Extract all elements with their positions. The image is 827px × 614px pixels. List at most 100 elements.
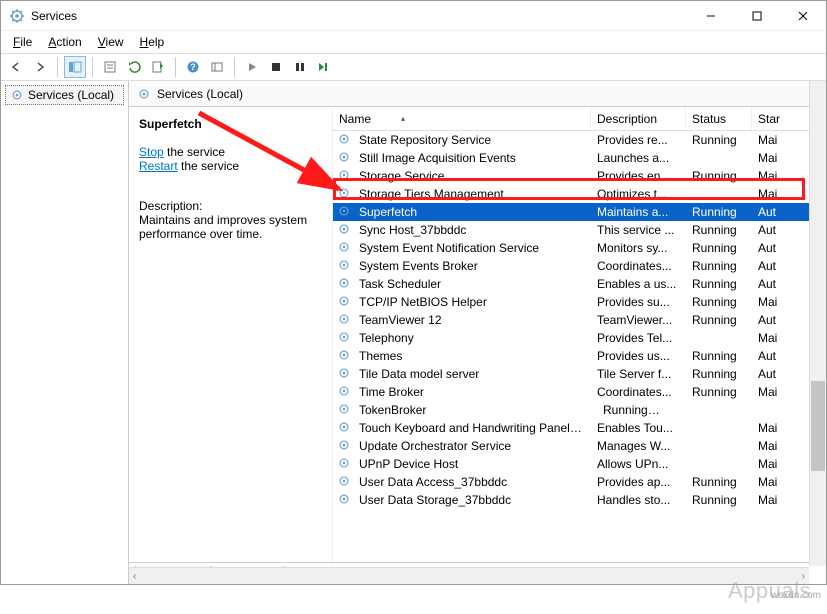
properties-button[interactable] bbox=[99, 56, 121, 78]
service-icon bbox=[337, 420, 353, 436]
service-startup: Mai bbox=[752, 475, 792, 489]
service-status: Running bbox=[686, 277, 752, 291]
service-status: Running bbox=[686, 169, 752, 183]
source-attribution: wsxdn.com bbox=[771, 590, 821, 601]
export-list-button[interactable] bbox=[147, 56, 169, 78]
service-description: Enables Tou... bbox=[591, 421, 686, 435]
col-startup[interactable]: Star bbox=[752, 107, 792, 130]
service-row[interactable]: TCP/IP NetBIOS HelperProvides su...Runni… bbox=[333, 293, 826, 311]
tree-services-local[interactable]: Services (Local) bbox=[5, 85, 124, 105]
menubar: File Action View Help bbox=[1, 31, 826, 53]
service-icon bbox=[337, 186, 353, 202]
service-icon bbox=[337, 222, 353, 238]
service-status: Running bbox=[686, 313, 752, 327]
service-row[interactable]: TeamViewer 12TeamViewer...RunningAut bbox=[333, 311, 826, 329]
service-description: Launches a... bbox=[591, 151, 686, 165]
list-header-title: Services (Local) bbox=[129, 81, 826, 107]
service-name: Storage Service bbox=[353, 169, 591, 183]
service-description: Manages W... bbox=[591, 439, 686, 453]
col-name[interactable]: Name▴ bbox=[333, 107, 591, 130]
service-description: Provides en... bbox=[591, 169, 686, 183]
service-startup: Mai bbox=[752, 151, 792, 165]
menu-file[interactable]: File bbox=[5, 33, 40, 51]
restart-service-button[interactable] bbox=[313, 56, 335, 78]
service-startup: Mai bbox=[752, 133, 792, 147]
service-name: Update Orchestrator Service bbox=[353, 439, 591, 453]
col-status[interactable]: Status bbox=[686, 107, 752, 130]
service-startup: Aut bbox=[752, 241, 792, 255]
service-name: Sync Host_37bbddc bbox=[353, 223, 591, 237]
service-row[interactable]: User Data Storage_37bbddcHandles sto...R… bbox=[333, 491, 826, 509]
col-description[interactable]: Description bbox=[591, 107, 686, 130]
services-list: Name▴ Description Status Star State Repo… bbox=[333, 107, 826, 562]
service-row[interactable]: UPnP Device HostAllows UPn...Mai bbox=[333, 455, 826, 473]
service-description: RunningMai bbox=[591, 403, 686, 417]
close-button[interactable] bbox=[780, 1, 826, 31]
service-startup: Aut bbox=[752, 259, 792, 273]
service-icon bbox=[337, 402, 353, 418]
service-row[interactable]: ThemesProvides us...RunningAut bbox=[333, 347, 826, 365]
nav-back-button[interactable] bbox=[5, 56, 27, 78]
service-description: Monitors sy... bbox=[591, 241, 686, 255]
service-icon bbox=[337, 276, 353, 292]
service-row[interactable]: TelephonyProvides Tel...Mai bbox=[333, 329, 826, 347]
vertical-scrollbar[interactable] bbox=[809, 107, 826, 562]
pause-service-button[interactable] bbox=[289, 56, 311, 78]
stop-service-button[interactable] bbox=[265, 56, 287, 78]
service-description: TeamViewer... bbox=[591, 313, 686, 327]
service-status: Running bbox=[686, 475, 752, 489]
service-description: Provides ap... bbox=[591, 475, 686, 489]
service-row[interactable]: Task SchedulerEnables a us...RunningAut bbox=[333, 275, 826, 293]
toolbar-extra-button[interactable] bbox=[206, 56, 228, 78]
service-row[interactable]: TokenBrokerRunningMai bbox=[333, 401, 826, 419]
menu-view[interactable]: View bbox=[90, 33, 132, 51]
service-description: Provides su... bbox=[591, 295, 686, 309]
service-name: Superfetch bbox=[353, 205, 591, 219]
service-row[interactable]: SuperfetchMaintains a...RunningAut bbox=[333, 203, 826, 221]
service-name: User Data Access_37bbddc bbox=[353, 475, 591, 489]
service-startup: Mai bbox=[752, 385, 792, 399]
gear-icon bbox=[10, 88, 24, 102]
service-name: TeamViewer 12 bbox=[353, 313, 591, 327]
start-service-button[interactable] bbox=[241, 56, 263, 78]
show-hide-tree-button[interactable] bbox=[64, 56, 86, 78]
service-row[interactable]: System Event Notification ServiceMonitor… bbox=[333, 239, 826, 257]
service-startup: Mai bbox=[752, 169, 792, 183]
service-row[interactable]: Time BrokerCoordinates...RunningMai bbox=[333, 383, 826, 401]
restart-service-link[interactable]: Restart bbox=[139, 159, 178, 173]
service-name: System Events Broker bbox=[353, 259, 591, 273]
stop-service-link[interactable]: Stop bbox=[139, 145, 164, 159]
service-status: Running bbox=[686, 295, 752, 309]
service-startup: Aut bbox=[752, 223, 792, 237]
menu-help[interactable]: Help bbox=[132, 33, 173, 51]
service-startup: Mai bbox=[752, 493, 792, 507]
service-description: Provides Tel... bbox=[591, 331, 686, 345]
service-row[interactable]: System Events BrokerCoordinates...Runnin… bbox=[333, 257, 826, 275]
description-text: Maintains and improves system performanc… bbox=[139, 213, 322, 241]
nav-forward-button[interactable] bbox=[29, 56, 51, 78]
service-row[interactable]: Tile Data model serverTile Server f...Ru… bbox=[333, 365, 826, 383]
service-description: Handles sto... bbox=[591, 493, 686, 507]
service-status: Running bbox=[686, 259, 752, 273]
service-name: Time Broker bbox=[353, 385, 591, 399]
maximize-button[interactable] bbox=[734, 1, 780, 31]
service-row[interactable]: User Data Access_37bbddcProvides ap...Ru… bbox=[333, 473, 826, 491]
service-icon bbox=[337, 258, 353, 274]
service-row[interactable]: Storage ServiceProvides en...RunningMai bbox=[333, 167, 826, 185]
minimize-button[interactable] bbox=[688, 1, 734, 31]
service-row[interactable]: Sync Host_37bbddcThis service ...Running… bbox=[333, 221, 826, 239]
service-row[interactable]: Still Image Acquisition EventsLaunches a… bbox=[333, 149, 826, 167]
service-row[interactable]: Update Orchestrator ServiceManages W...M… bbox=[333, 437, 826, 455]
service-icon bbox=[337, 294, 353, 310]
refresh-button[interactable] bbox=[123, 56, 145, 78]
service-icon bbox=[337, 384, 353, 400]
service-row[interactable]: State Repository ServiceProvides re...Ru… bbox=[333, 131, 826, 149]
service-icon bbox=[337, 438, 353, 454]
selected-service-name: Superfetch bbox=[139, 117, 322, 131]
service-row[interactable]: Touch Keyboard and Handwriting Panel Ser… bbox=[333, 419, 826, 437]
menu-action[interactable]: Action bbox=[40, 33, 89, 51]
service-row[interactable]: Storage Tiers ManagementOptimizes t...Ma… bbox=[333, 185, 826, 203]
help-button[interactable]: ? bbox=[182, 56, 204, 78]
service-icon bbox=[337, 474, 353, 490]
service-name: System Event Notification Service bbox=[353, 241, 591, 255]
